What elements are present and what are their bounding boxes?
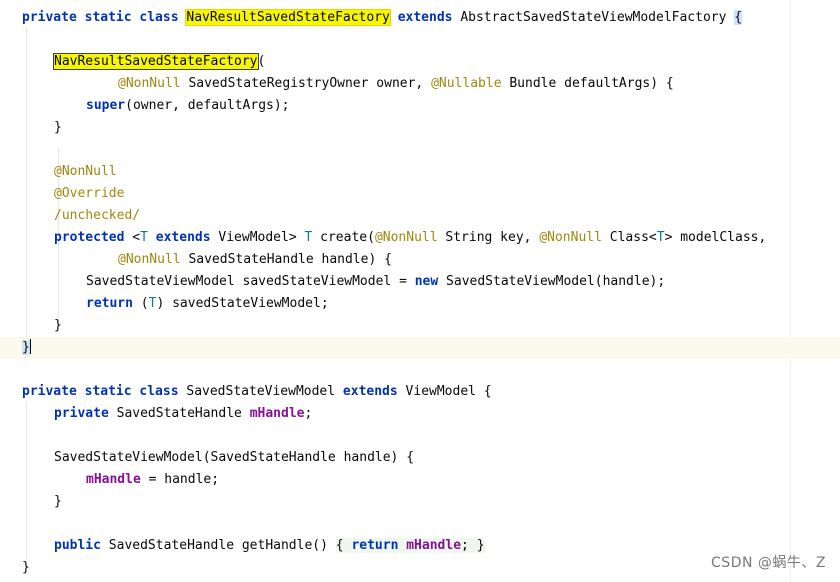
keyword: extends [147, 230, 219, 245]
code-text: create( [312, 230, 375, 245]
text-caret [29, 339, 31, 354]
code-text: ; [304, 406, 313, 421]
code-line-12[interactable]: @NonNull SavedStateHandle handle) { [0, 249, 840, 271]
code-text: } [54, 120, 62, 135]
type-parameter: T [140, 230, 148, 245]
code-text: (owner, defaultArgs); [125, 98, 290, 113]
code-text: ; [461, 538, 477, 553]
annotation: @NonNull [54, 164, 117, 179]
code-text: SavedStateViewModel(handle); [438, 274, 666, 289]
keyword: private static class [22, 10, 187, 25]
code-text: SavedStateHandle [116, 406, 250, 421]
code-text: AbstractSavedStateViewModelFactory [460, 10, 735, 25]
code-text: Class< [601, 230, 657, 245]
code-line-9[interactable]: @Override [0, 183, 840, 205]
code-line-8[interactable]: @NonNull [0, 161, 840, 183]
code-text: Bundle defaultArgs) { [501, 76, 674, 91]
code-line-19[interactable]: private SavedStateHandle mHandle; [0, 403, 840, 425]
code-text: SavedStateHandle handle) { [180, 252, 392, 267]
code-text: SavedStateHandle getHandle() [108, 538, 336, 553]
code-line-11[interactable]: protected <T extends ViewModel> T create… [0, 227, 840, 249]
annotation: @Override [54, 186, 125, 201]
keyword: extends [389, 10, 461, 25]
keyword: new [414, 274, 439, 289]
code-line-5[interactable]: super(owner, defaultArgs); [0, 95, 840, 117]
code-line-13[interactable]: SavedStateViewModel savedStateViewModel … [0, 271, 840, 293]
folded-region[interactable]: { return mHandle; } [335, 538, 485, 553]
code-line-10[interactable]: /unchecked/ [0, 205, 840, 227]
code-line-1[interactable]: private static class NavResultSavedState… [0, 7, 840, 29]
keyword: extends [342, 384, 398, 399]
keyword: return [351, 538, 407, 553]
code-text: } [54, 494, 62, 509]
code-line-4[interactable]: @NonNull SavedStateRegistryOwner owner, … [0, 73, 840, 95]
code-text: String key, [437, 230, 540, 245]
code-line-22[interactable]: mHandle = handle; [0, 469, 840, 491]
code-text: > modelClass, [664, 230, 767, 245]
code-text: SavedStateViewModel [186, 384, 343, 399]
field-name: mHandle [406, 538, 462, 553]
code-text: ( [132, 296, 149, 311]
annotation: /unchecked/ [54, 208, 141, 223]
keyword: private static class [22, 384, 187, 399]
code-editor[interactable]: private static class NavResultSavedState… [0, 0, 840, 582]
code-text: } [22, 560, 30, 575]
code-text: { [335, 538, 352, 553]
code-line-21[interactable]: SavedStateViewModel(SavedStateHandle han… [0, 447, 840, 469]
brace-match: { [734, 10, 743, 25]
keyword: return [86, 296, 133, 311]
code-line-15[interactable]: } [0, 315, 840, 337]
code-line-23[interactable]: } [0, 491, 840, 513]
code-line-14[interactable]: return (T) savedStateViewModel; [0, 293, 840, 315]
keyword: protected [54, 230, 133, 245]
code-text: ViewModel> [218, 230, 305, 245]
code-line-6[interactable]: } [0, 117, 840, 139]
field-name: mHandle [86, 472, 141, 487]
annotation: @NonNull [118, 252, 181, 267]
code-text: ( [257, 54, 266, 69]
code-text: SavedStateRegistryOwner owner, [180, 76, 432, 91]
code-text: } [476, 538, 485, 553]
keyword: private [54, 406, 117, 421]
code-text: SavedStateViewModel(SavedStateHandle han… [54, 450, 415, 465]
code-line-18[interactable]: private static class SavedStateViewModel… [0, 381, 840, 403]
code-text: < [132, 230, 141, 245]
code-text: ViewModel { [397, 384, 492, 399]
field-name: mHandle [249, 406, 305, 421]
watermark: CSDN @蜗牛、Z [711, 555, 826, 571]
code-line-3[interactable]: NavResultSavedStateFactory( [0, 51, 840, 73]
code-line-16-current[interactable]: } [0, 337, 840, 359]
keyword: public [54, 538, 109, 553]
code-text: } [54, 318, 62, 333]
annotation: @NonNull [539, 230, 602, 245]
code-text: ) savedStateViewModel; [156, 296, 329, 311]
type-parameter: T [656, 230, 665, 245]
code-text: = handle; [140, 472, 220, 487]
code-text: SavedStateViewModel savedStateViewModel … [86, 274, 415, 289]
keyword: super [86, 98, 126, 113]
annotation: @Nullable [431, 76, 502, 91]
annotation: @NonNull [374, 230, 438, 245]
brace-match: } [22, 340, 30, 355]
annotation: @NonNull [118, 76, 181, 91]
constructor-name-highlight: NavResultSavedStateFactory [53, 53, 259, 70]
class-name-highlight: NavResultSavedStateFactory [185, 9, 391, 26]
